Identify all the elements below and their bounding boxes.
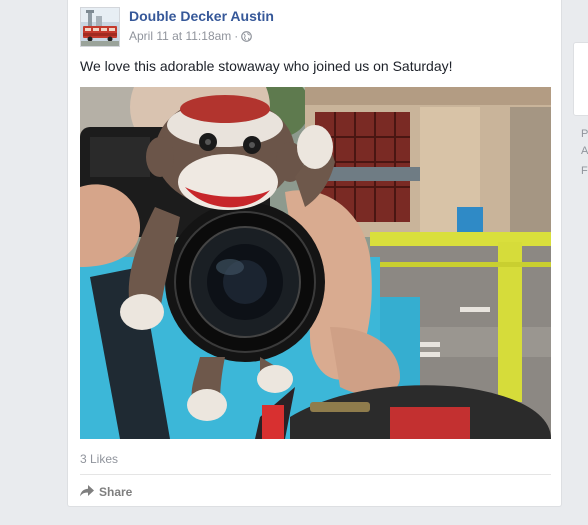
share-button[interactable]: Share <box>80 482 132 502</box>
post-timestamp[interactable]: April 11 at 11:18am <box>129 29 231 43</box>
post-photo[interactable] <box>80 87 551 439</box>
page-avatar[interactable] <box>80 7 120 47</box>
sidebar-letter: P <box>581 128 588 140</box>
sock-monkey-camera-image <box>80 87 551 439</box>
share-label: Share <box>99 485 133 499</box>
sidebar-letter: A <box>581 145 588 157</box>
post-meta: April 11 at 11:18am · <box>129 29 253 45</box>
sidebar-letter: F <box>581 165 588 177</box>
side-widget-card <box>573 42 588 116</box>
page-name-link[interactable]: Double Decker Austin <box>129 8 274 24</box>
avatar-image <box>81 8 119 46</box>
share-arrow-icon <box>80 484 94 500</box>
likes-count[interactable]: 3 Likes <box>80 452 118 466</box>
meta-separator: · <box>234 29 239 43</box>
globe-icon[interactable] <box>241 31 253 45</box>
post-text: We love this adorable stowaway who joine… <box>80 58 453 74</box>
post-card: Double Decker Austin April 11 at 11:18am… <box>67 0 562 507</box>
actions-divider <box>80 474 551 475</box>
